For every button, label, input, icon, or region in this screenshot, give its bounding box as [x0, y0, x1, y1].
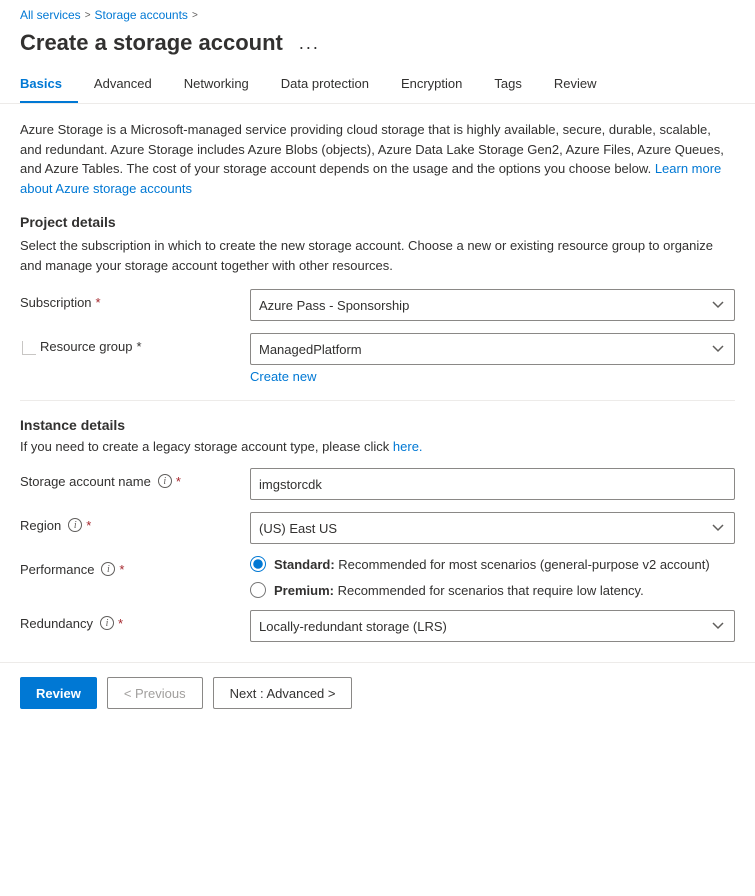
footer: Review < Previous Next : Advanced >: [0, 662, 755, 723]
resource-group-row: Resource group * ManagedPlatform Create …: [20, 333, 735, 384]
redundancy-label: Redundancy i *: [20, 610, 250, 631]
breadcrumb-storage-accounts[interactable]: Storage accounts: [95, 8, 188, 22]
review-button[interactable]: Review: [20, 677, 97, 709]
redundancy-required: *: [118, 616, 123, 631]
page-title-row: Create a storage account ...: [0, 26, 755, 68]
performance-info-icon[interactable]: i: [101, 562, 115, 576]
instance-details-title: Instance details: [20, 417, 735, 433]
performance-premium-option[interactable]: Premium: Recommended for scenarios that …: [250, 582, 735, 598]
region-label: Region i *: [20, 512, 250, 533]
region-control: (US) East US: [250, 512, 735, 544]
previous-button[interactable]: < Previous: [107, 677, 203, 709]
redundancy-dropdown[interactable]: Locally-redundant storage (LRS): [250, 610, 735, 642]
tab-basics[interactable]: Basics: [20, 68, 78, 103]
subscription-required: *: [96, 295, 101, 310]
performance-premium-label: Premium: Recommended for scenarios that …: [274, 583, 644, 598]
resource-indent-line: [22, 341, 36, 355]
breadcrumb: All services > Storage accounts >: [0, 0, 755, 26]
page-title: Create a storage account: [20, 30, 283, 56]
main-content: Azure Storage is a Microsoft-managed ser…: [0, 104, 755, 642]
performance-standard-option[interactable]: Standard: Recommended for most scenarios…: [250, 556, 735, 572]
tab-tags[interactable]: Tags: [478, 68, 537, 103]
tabs-nav: Basics Advanced Networking Data protecti…: [0, 68, 755, 104]
performance-radio-group: Standard: Recommended for most scenarios…: [250, 556, 735, 598]
tab-encryption[interactable]: Encryption: [385, 68, 478, 103]
here-link[interactable]: here.: [393, 439, 423, 454]
create-new-link[interactable]: Create new: [250, 369, 735, 384]
resource-group-control: ManagedPlatform Create new: [250, 333, 735, 384]
performance-required: *: [119, 562, 124, 577]
storage-name-required: *: [176, 474, 181, 489]
region-required: *: [86, 518, 91, 533]
resource-group-required: *: [137, 339, 142, 354]
storage-name-row: Storage account name i *: [20, 468, 735, 500]
redundancy-info-icon[interactable]: i: [100, 616, 114, 630]
storage-name-info-icon[interactable]: i: [158, 474, 172, 488]
subscription-label: Subscription *: [20, 289, 250, 310]
redundancy-row: Redundancy i * Locally-redundant storage…: [20, 610, 735, 642]
ellipsis-button[interactable]: ...: [293, 31, 326, 56]
resource-group-label: Resource group: [40, 339, 133, 354]
region-dropdown[interactable]: (US) East US: [250, 512, 735, 544]
performance-standard-label: Standard: Recommended for most scenarios…: [274, 557, 710, 572]
performance-premium-radio[interactable]: [250, 582, 266, 598]
breadcrumb-all-services[interactable]: All services: [20, 8, 81, 22]
tab-advanced[interactable]: Advanced: [78, 68, 168, 103]
performance-row: Performance i * Standard: Recommended fo…: [20, 556, 735, 598]
resource-group-dropdown[interactable]: ManagedPlatform: [250, 333, 735, 365]
region-info-icon[interactable]: i: [68, 518, 82, 532]
section-divider-1: [20, 400, 735, 401]
project-details-title: Project details: [20, 214, 735, 230]
tab-networking[interactable]: Networking: [168, 68, 265, 103]
performance-label: Performance i *: [20, 556, 250, 577]
tab-review[interactable]: Review: [538, 68, 613, 103]
project-details-desc: Select the subscription in which to crea…: [20, 236, 735, 275]
storage-name-control: [250, 468, 735, 500]
subscription-row: Subscription * Azure Pass - Sponsorship: [20, 289, 735, 321]
breadcrumb-chevron-1: >: [85, 10, 91, 21]
region-row: Region i * (US) East US: [20, 512, 735, 544]
instance-note: If you need to create a legacy storage a…: [20, 439, 735, 454]
storage-name-input[interactable]: [250, 468, 735, 500]
description-text: Azure Storage is a Microsoft-managed ser…: [20, 120, 735, 198]
performance-standard-radio[interactable]: [250, 556, 266, 572]
storage-name-label: Storage account name i *: [20, 468, 250, 489]
breadcrumb-chevron-2: >: [192, 10, 198, 21]
tab-data-protection[interactable]: Data protection: [265, 68, 385, 103]
description-body: Azure Storage is a Microsoft-managed ser…: [20, 122, 724, 176]
subscription-control: Azure Pass - Sponsorship: [250, 289, 735, 321]
subscription-dropdown[interactable]: Azure Pass - Sponsorship: [250, 289, 735, 321]
performance-control: Standard: Recommended for most scenarios…: [250, 556, 735, 598]
redundancy-control: Locally-redundant storage (LRS): [250, 610, 735, 642]
next-button[interactable]: Next : Advanced >: [213, 677, 353, 709]
